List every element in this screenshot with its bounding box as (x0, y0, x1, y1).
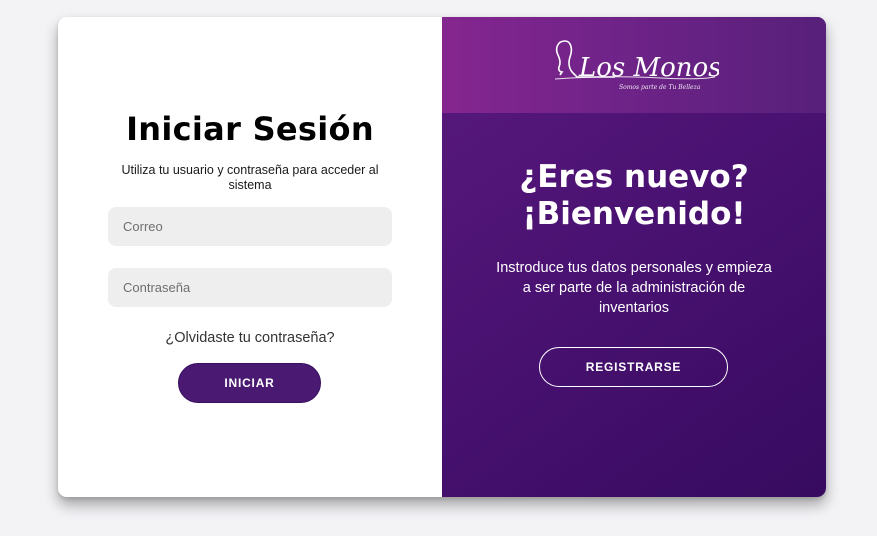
welcome-line-2: ¡Bienvenido! (522, 196, 746, 232)
welcome-heading: ¿Eres nuevo? ¡Bienvenido! (442, 159, 826, 233)
register-button[interactable]: REGISTRARSE (539, 347, 728, 387)
brand-header: Los Monos Somos parte de Tu Belleza (442, 17, 826, 113)
password-field[interactable] (108, 268, 392, 307)
welcome-line-1: ¿Eres nuevo? (519, 159, 749, 195)
brand-tagline: Somos parte de Tu Belleza (619, 84, 701, 91)
login-panel: Iniciar Sesión Utiliza tu usuario y cont… (58, 17, 442, 497)
signup-panel: Los Monos Somos parte de Tu Belleza ¿Ere… (442, 17, 826, 497)
brand-name: Los Monos (578, 53, 719, 83)
forgot-password-link[interactable]: ¿Olvidaste tu contraseña? (58, 330, 442, 346)
email-field[interactable] (108, 207, 392, 246)
brand-logo: Los Monos Somos parte de Tu Belleza (554, 40, 719, 91)
login-subtitle: Utiliza tu usuario y contraseña para acc… (121, 163, 379, 192)
welcome-description: Instroduce tus datos personales y empiez… (496, 260, 772, 316)
auth-card: Iniciar Sesión Utiliza tu usuario y cont… (58, 17, 826, 497)
login-title: Iniciar Sesión (126, 110, 374, 148)
login-button[interactable]: INICIAR (178, 363, 321, 403)
